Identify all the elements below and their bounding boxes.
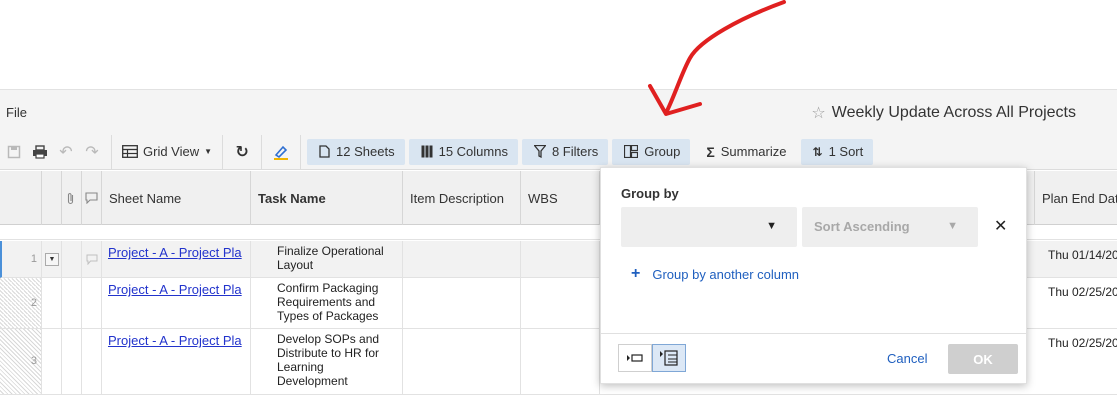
column-header-plan-end-date[interactable]: Plan End Dat xyxy=(1035,171,1117,225)
add-group-link[interactable]: + Group by another column xyxy=(631,265,799,283)
toolbar-divider xyxy=(300,134,302,169)
item-description-cell[interactable] xyxy=(403,278,521,328)
columns-icon xyxy=(421,145,433,158)
save-icon[interactable] xyxy=(1,139,27,165)
refresh-icon[interactable]: ↻ xyxy=(229,139,255,165)
group-column-select[interactable]: ▼ xyxy=(621,207,797,247)
group-panel-footer: Cancel OK xyxy=(601,333,1026,383)
chevron-down-icon: ▼ xyxy=(766,220,777,232)
attachment-cell xyxy=(62,329,82,394)
group-label: Group xyxy=(644,144,681,159)
grid-view-dropdown[interactable]: Grid View ▼ xyxy=(118,144,216,159)
row-dropdown[interactable] xyxy=(42,329,62,394)
star-icon[interactable]: ☆ xyxy=(811,103,825,123)
group-by-title: Group by xyxy=(621,186,679,201)
wbs-cell[interactable] xyxy=(521,329,600,394)
close-icon[interactable]: ✕ xyxy=(994,216,1007,236)
summarize-button[interactable]: Σ Summarize xyxy=(694,139,796,165)
sheet-name-cell[interactable]: Project - A - Project Pla xyxy=(102,329,251,394)
comment-icon[interactable] xyxy=(82,241,102,277)
sort-icon: ⇅ xyxy=(812,144,823,159)
grid-view-label: Grid View xyxy=(143,144,200,159)
comment-cell[interactable] xyxy=(82,278,102,328)
summarize-label: Summarize xyxy=(720,144,787,159)
item-description-cell[interactable] xyxy=(403,241,521,277)
plan-end-date-cell[interactable]: Thu 02/25/20 xyxy=(1035,278,1117,328)
expand-groups-button[interactable] xyxy=(652,344,686,372)
expanded-view-icon xyxy=(660,350,678,366)
attachment-icon xyxy=(62,171,82,225)
chevron-down-icon: ▼ xyxy=(204,147,213,156)
row-number: 2 xyxy=(0,278,42,328)
sort-order-value: Sort Ascending xyxy=(814,219,910,234)
report-title-area: ☆ Weekly Update Across All Projects xyxy=(811,103,1076,123)
grid-icon xyxy=(122,145,138,158)
toolbar: ↶ ↷ Grid View ▼ ↻ 12 Sheets 15 Columns 8… xyxy=(0,134,1117,170)
wbs-cell[interactable] xyxy=(521,241,600,277)
attachment-cell xyxy=(62,278,82,328)
filter-icon xyxy=(533,145,546,158)
title-bar: File ☆ Weekly Update Across All Projects xyxy=(0,89,1117,134)
group-by-panel: Group by ▼ Sort Ascending ▼ ✕ + Group by… xyxy=(600,167,1027,384)
toolbar-divider xyxy=(111,134,112,169)
row-dropdown[interactable]: ▼ xyxy=(42,241,62,277)
file-menu[interactable]: File xyxy=(6,105,27,120)
sort-button[interactable]: ⇅ 1 Sort xyxy=(800,138,874,165)
comment-cell[interactable] xyxy=(82,329,102,394)
ok-button[interactable]: OK xyxy=(948,344,1018,374)
item-description-cell[interactable] xyxy=(403,329,521,394)
row-dropdown[interactable] xyxy=(42,278,62,328)
column-header-item-description[interactable]: Item Description xyxy=(403,171,521,225)
wbs-cell[interactable] xyxy=(521,278,600,328)
columns-button[interactable]: 15 Columns xyxy=(408,138,518,165)
columns-label: 15 Columns xyxy=(438,144,508,159)
table-row-partial xyxy=(0,395,1117,400)
column-header-sheet-name[interactable]: Sheet Name xyxy=(102,171,251,225)
sheet-link[interactable]: Project - A - Project Pla xyxy=(102,241,250,260)
row-number: 3 xyxy=(0,329,42,394)
highlight-changes-icon[interactable] xyxy=(268,139,294,165)
collapsed-view-icon xyxy=(627,354,643,362)
plus-icon: + xyxy=(631,265,641,282)
group-icon xyxy=(624,145,639,158)
collapse-groups-button[interactable] xyxy=(618,344,652,372)
report-title: Weekly Update Across All Projects xyxy=(831,104,1076,121)
sheet-link[interactable]: Project - A - Project Pla xyxy=(102,329,250,348)
sort-label: 1 Sort xyxy=(828,144,864,159)
row-action-header xyxy=(42,171,62,225)
sheet-link[interactable]: Project - A - Project Pla xyxy=(102,278,250,297)
row-number: 1 xyxy=(2,241,42,277)
plan-end-date-cell[interactable]: Thu 02/25/20 xyxy=(1035,329,1117,394)
toolbar-divider xyxy=(222,134,224,169)
filters-button[interactable]: 8 Filters xyxy=(521,138,609,165)
chevron-down-icon: ▼ xyxy=(947,220,958,232)
comment-icon xyxy=(82,171,102,225)
page: File ☆ Weekly Update Across All Projects… xyxy=(0,0,1117,400)
sheet-name-cell[interactable]: Project - A - Project Pla xyxy=(102,278,251,328)
filters-label: 8 Filters xyxy=(551,144,599,159)
toolbar-divider xyxy=(261,134,263,169)
sheets-label: 12 Sheets xyxy=(336,144,395,159)
task-name-cell[interactable]: Confirm Packaging Requirements and Types… xyxy=(251,278,403,328)
column-header-wbs[interactable]: WBS xyxy=(521,171,600,225)
add-group-label: Group by another column xyxy=(652,266,800,282)
attachment-cell xyxy=(62,241,82,277)
undo-icon[interactable]: ↶ xyxy=(53,139,79,165)
sheet-icon xyxy=(319,145,330,158)
task-name-cell[interactable]: Develop SOPs and Distribute to HR for Le… xyxy=(251,329,403,394)
redo-icon[interactable]: ↷ xyxy=(79,139,105,165)
task-name-cell[interactable]: Finalize Operational Layout xyxy=(251,241,403,277)
group-button[interactable]: Group xyxy=(612,138,691,165)
sort-order-select[interactable]: Sort Ascending ▼ xyxy=(802,207,978,247)
column-header-task-name[interactable]: Task Name xyxy=(251,171,403,225)
sheets-button[interactable]: 12 Sheets xyxy=(307,138,405,165)
sheet-name-cell[interactable]: Project - A - Project Pla xyxy=(102,241,251,277)
sigma-icon: Σ xyxy=(706,143,715,160)
plan-end-date-cell[interactable]: Thu 01/14/20 xyxy=(1035,241,1117,277)
print-icon[interactable] xyxy=(27,139,53,165)
chevron-down-icon: ▼ xyxy=(45,253,59,266)
row-number-header xyxy=(0,171,42,225)
cancel-button[interactable]: Cancel xyxy=(887,351,927,366)
